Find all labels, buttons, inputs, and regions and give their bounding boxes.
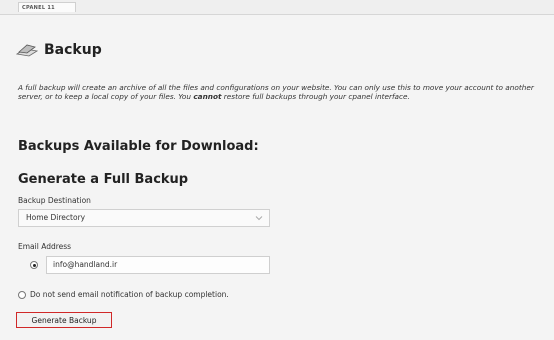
page-header: Backup bbox=[16, 40, 102, 60]
generate-backup-button[interactable]: Generate Backup bbox=[16, 312, 112, 328]
no-email-label: Do not send email notification of backup… bbox=[30, 290, 229, 299]
description-text-end: restore full backups through your cpanel… bbox=[221, 92, 410, 102]
backup-icon bbox=[16, 44, 38, 57]
available-backups-heading: Backups Available for Download: bbox=[18, 139, 259, 154]
email-address-label: Email Address bbox=[18, 242, 72, 251]
backup-destination-select[interactable]: Home Directory bbox=[18, 209, 270, 227]
page-title: Backup bbox=[44, 42, 102, 58]
top-tab[interactable]: CPANEL 11 bbox=[18, 2, 76, 12]
description-emphasis: cannot bbox=[193, 92, 222, 102]
backup-description: A full backup will create an archive of … bbox=[18, 83, 538, 102]
email-field[interactable]: info@handland.ir bbox=[46, 256, 270, 274]
chevron-down-icon bbox=[255, 216, 263, 221]
top-bar: CPANEL 11 bbox=[0, 0, 554, 15]
generate-backup-heading: Generate a Full Backup bbox=[18, 172, 189, 187]
backup-destination-value: Home Directory bbox=[26, 213, 86, 222]
email-notify-radio[interactable] bbox=[30, 261, 38, 269]
no-email-radio[interactable] bbox=[18, 291, 26, 299]
backup-destination-label: Backup Destination bbox=[18, 196, 91, 205]
